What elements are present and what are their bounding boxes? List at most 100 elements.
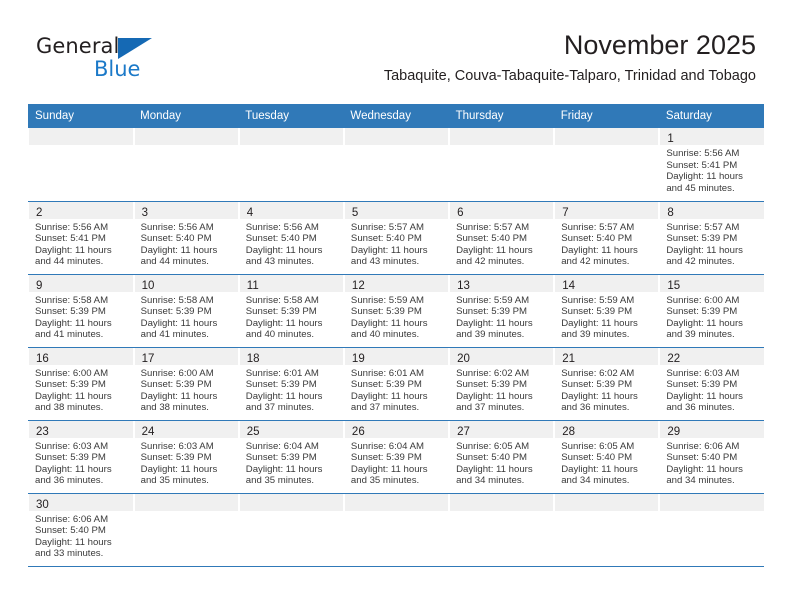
calendar-day-cell[interactable]: 6 Sunrise: 5:57 AM Sunset: 5:40 PM Daylight… <box>448 201 555 275</box>
daylight-text-line2: and 42 minutes. <box>561 256 630 268</box>
day-cell-inner: 11 Sunrise: 5:58 AM Sunset: 5:39 PM Dayligh… <box>238 274 343 347</box>
day-cell-inner <box>343 493 449 566</box>
day-number-band: 30 <box>28 493 133 511</box>
calendar-day-cell[interactable]: 22 Sunrise: 6:03 AM Sunset: 5:39 PM Dayligh… <box>658 347 764 421</box>
day-details: Sunrise: 5:57 AM Sunset: 5:40 PM Daylight:… <box>554 219 658 268</box>
calendar-day-cell[interactable]: 3 Sunrise: 5:56 AM Sunset: 5:40 PM Daylight… <box>133 201 239 275</box>
blue-triangle-flag-icon <box>118 38 152 59</box>
day-cell-inner <box>554 493 659 566</box>
daylight-text-line2: and 35 minutes. <box>245 475 315 487</box>
sunset-text: Sunset: 5:40 PM <box>561 452 633 464</box>
daylight-text-line1: Daylight: 11 hours <box>456 317 533 329</box>
weekday-header-monday: Monday <box>133 104 239 128</box>
sunrise-text: Sunrise: 6:02 AM <box>561 367 635 379</box>
calendar-day-cell[interactable]: 12 Sunrise: 5:59 AM Sunset: 5:39 PM Dayligh… <box>343 274 450 348</box>
day-details: Sunrise: 5:57 AM Sunset: 5:39 PM Daylight:… <box>659 219 764 268</box>
page-title: November 2025 <box>563 30 756 60</box>
day-cell-inner: 14 Sunrise: 5:59 AM Sunset: 5:39 PM Dayligh… <box>554 274 659 347</box>
calendar-day-cell[interactable]: 20 Sunrise: 6:02 AM Sunset: 5:39 PM Dayligh… <box>448 347 555 421</box>
daylight-text-line2: and 39 minutes. <box>561 329 630 341</box>
day-number-band: 15 <box>659 274 764 292</box>
sunset-text: Sunset: 5:39 PM <box>140 452 212 464</box>
calendar-day-cell[interactable]: 2 Sunrise: 5:56 AM Sunset: 5:41 PM Daylight… <box>28 201 134 275</box>
page-header: General Blue November 2025 Tabaquite, Co… <box>0 0 792 98</box>
day-cell-inner: 4 Sunrise: 5:56 AM Sunset: 5:40 PM Daylight… <box>238 201 343 274</box>
calendar-day-cell[interactable]: 9 Sunrise: 5:58 AM Sunset: 5:39 PM Daylight… <box>28 274 134 348</box>
calendar-day-cell[interactable]: 29 Sunrise: 6:06 AM Sunset: 5:40 PM Dayligh… <box>658 420 764 494</box>
calendar-week-row: 1 Sunrise: 5:56 AM Sunset: 5:41 PM Daylight… <box>28 128 764 202</box>
calendar-day-cell[interactable]: 25 Sunrise: 6:04 AM Sunset: 5:39 PM Dayligh… <box>238 420 344 494</box>
calendar-day-cell[interactable]: 14 Sunrise: 5:59 AM Sunset: 5:39 PM Dayligh… <box>553 274 660 348</box>
day-number-band: 24 <box>133 420 238 438</box>
sunrise-text: Sunrise: 5:57 AM <box>456 221 530 233</box>
day-number-band <box>238 493 343 511</box>
day-cell-inner: 7 Sunrise: 5:57 AM Sunset: 5:40 PM Daylight… <box>554 201 659 274</box>
calendar-day-cell[interactable]: 27 Sunrise: 6:05 AM Sunset: 5:40 PM Dayligh… <box>448 420 555 494</box>
calendar-day-cell[interactable]: 18 Sunrise: 6:01 AM Sunset: 5:39 PM Dayligh… <box>238 347 344 421</box>
day-details: Sunrise: 5:59 AM Sunset: 5:39 PM Daylight:… <box>554 292 658 341</box>
calendar-day-cell[interactable]: 24 Sunrise: 6:03 AM Sunset: 5:39 PM Dayligh… <box>133 420 239 494</box>
calendar-day-cell[interactable]: 16 Sunrise: 6:00 AM Sunset: 5:39 PM Dayligh… <box>28 347 134 421</box>
calendar-day-cell[interactable]: 19 Sunrise: 6:01 AM Sunset: 5:39 PM Dayligh… <box>343 347 450 421</box>
day-number: 8 <box>667 206 674 219</box>
day-number: 27 <box>457 425 470 438</box>
daylight-text-line2: and 42 minutes. <box>456 256 525 268</box>
calendar-day-cell[interactable]: 5 Sunrise: 5:57 AM Sunset: 5:40 PM Daylight… <box>343 201 450 275</box>
day-number-band: 10 <box>133 274 238 292</box>
calendar-day-cell[interactable]: 15 Sunrise: 6:00 AM Sunset: 5:39 PM Dayligh… <box>658 274 764 348</box>
day-cell-inner: 10 Sunrise: 5:58 AM Sunset: 5:39 PM Dayligh… <box>133 274 238 347</box>
calendar-day-cell[interactable]: 11 Sunrise: 5:58 AM Sunset: 5:39 PM Dayligh… <box>238 274 344 348</box>
day-details: Sunrise: 6:00 AM Sunset: 5:39 PM Daylight:… <box>134 365 238 414</box>
calendar-day-cell[interactable]: 30 Sunrise: 6:06 AM Sunset: 5:40 PM Dayligh… <box>28 493 134 567</box>
sunset-text: Sunset: 5:41 PM <box>666 159 738 171</box>
calendar-day-cell[interactable]: 4 Sunrise: 5:56 AM Sunset: 5:40 PM Daylight… <box>238 201 344 275</box>
calendar-cell-empty <box>238 128 344 202</box>
daylight-text-line2: and 41 minutes. <box>35 329 104 341</box>
day-number: 13 <box>457 279 470 292</box>
daylight-text-line2: and 34 minutes. <box>561 475 630 487</box>
day-cell-inner: 26 Sunrise: 6:04 AM Sunset: 5:39 PM Dayligh… <box>343 420 449 493</box>
day-details: Sunrise: 6:02 AM Sunset: 5:39 PM Daylight:… <box>449 365 553 414</box>
calendar-day-cell[interactable]: 8 Sunrise: 5:57 AM Sunset: 5:39 PM Daylight… <box>658 201 764 275</box>
daylight-text-line2: and 37 minutes. <box>456 402 525 414</box>
day-number-band: 1 <box>659 128 764 145</box>
day-cell-inner: 3 Sunrise: 5:56 AM Sunset: 5:40 PM Daylight… <box>133 201 238 274</box>
day-number: 2 <box>36 206 43 219</box>
daylight-text-line2: and 34 minutes. <box>456 475 525 487</box>
daylight-text-line2: and 41 minutes. <box>140 329 209 341</box>
day-number-band <box>133 493 238 511</box>
calendar-day-cell[interactable]: 7 Sunrise: 5:57 AM Sunset: 5:40 PM Daylight… <box>553 201 660 275</box>
day-number-band: 3 <box>133 201 238 219</box>
daylight-text-line1: Daylight: 11 hours <box>666 317 743 329</box>
day-number-band <box>28 128 133 145</box>
daylight-text-line1: Daylight: 11 hours <box>35 244 112 256</box>
day-details <box>659 511 764 514</box>
day-number: 19 <box>351 352 365 365</box>
day-number-band: 13 <box>449 274 554 292</box>
day-number-band <box>554 128 659 145</box>
day-details: Sunrise: 5:56 AM Sunset: 5:41 PM Daylight:… <box>659 145 764 194</box>
calendar-day-cell[interactable]: 10 Sunrise: 5:58 AM Sunset: 5:39 PM Dayligh… <box>133 274 239 348</box>
sunrise-text: Sunrise: 5:58 AM <box>140 294 214 306</box>
calendar-day-cell[interactable]: 23 Sunrise: 6:03 AM Sunset: 5:39 PM Dayligh… <box>28 420 134 494</box>
calendar-day-cell[interactable]: 1 Sunrise: 5:56 AM Sunset: 5:41 PM Daylight… <box>658 128 764 202</box>
day-cell-inner <box>133 493 238 566</box>
day-number-band: 26 <box>343 420 449 438</box>
calendar-day-cell[interactable]: 21 Sunrise: 6:02 AM Sunset: 5:39 PM Dayligh… <box>553 347 660 421</box>
general-blue-logo[interactable]: General Blue <box>36 36 166 88</box>
calendar-cell-empty <box>553 493 660 567</box>
daylight-text-line1: Daylight: 11 hours <box>140 463 218 475</box>
daylight-text-line2: and 35 minutes. <box>350 475 420 487</box>
day-number-band: 2 <box>28 201 133 219</box>
sunset-text: Sunset: 5:39 PM <box>456 379 527 391</box>
day-number: 5 <box>351 206 359 219</box>
day-cell-inner: 29 Sunrise: 6:06 AM Sunset: 5:40 PM Dayligh… <box>659 420 764 493</box>
calendar-day-cell[interactable]: 28 Sunrise: 6:05 AM Sunset: 5:40 PM Dayligh… <box>553 420 660 494</box>
calendar-day-cell[interactable]: 17 Sunrise: 6:00 AM Sunset: 5:39 PM Dayligh… <box>133 347 239 421</box>
day-number: 12 <box>351 279 365 292</box>
calendar-day-cell[interactable]: 13 Sunrise: 5:59 AM Sunset: 5:39 PM Dayligh… <box>448 274 555 348</box>
calendar-day-cell[interactable]: 26 Sunrise: 6:04 AM Sunset: 5:39 PM Dayligh… <box>343 420 450 494</box>
day-details <box>449 145 553 148</box>
day-number: 17 <box>141 352 155 365</box>
sunset-text: Sunset: 5:40 PM <box>666 452 738 464</box>
